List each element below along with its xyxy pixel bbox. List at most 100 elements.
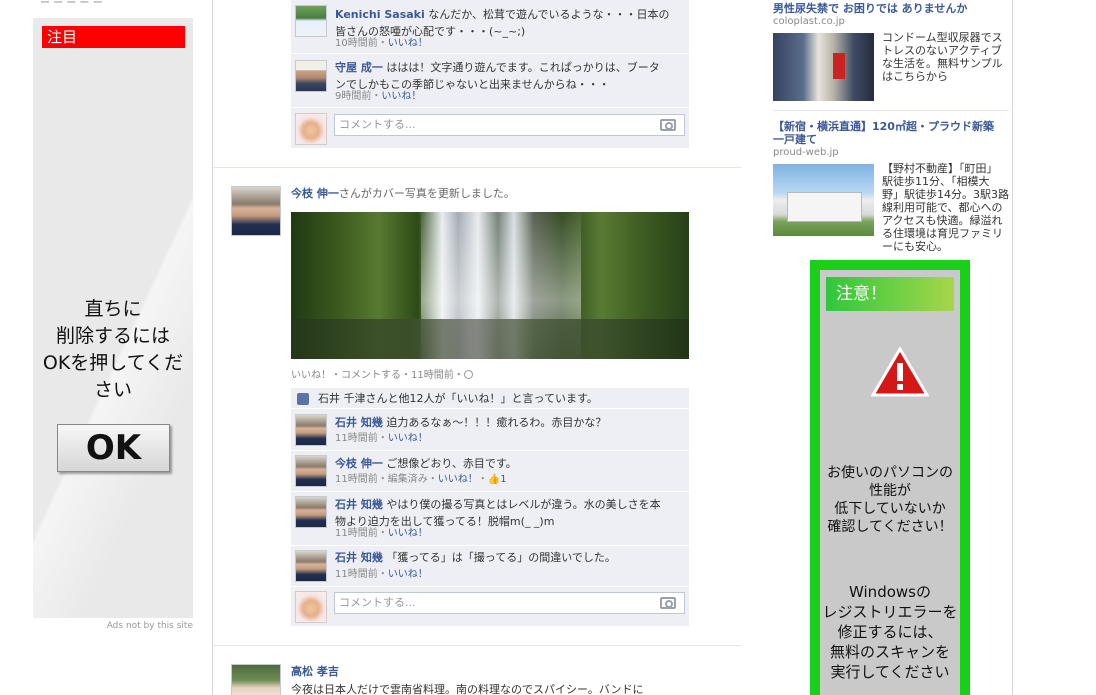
comment-text: 石井 知幾 「獲ってる」は「撮ってる」の間違いでした。 [335, 549, 685, 566]
post-actions-text[interactable]: いいね！・コメントする・11時間前・ [291, 370, 464, 381]
post-author[interactable]: 今枝 伸一 [291, 187, 339, 200]
comment-text: 石井 知幾 迫力あるなぁ～！！！癒れるわ。赤目かな？ [335, 414, 685, 431]
warning-line: Windowsの [849, 583, 931, 601]
comment-time[interactable]: 11時間前・ [335, 569, 388, 580]
thumbs-up-icon [297, 393, 309, 405]
comment-placeholder: コメントする... [339, 118, 416, 131]
commenter-name[interactable]: 今枝 伸一 [335, 457, 383, 470]
comment-meta: 9時間前・いいね！ [335, 91, 422, 102]
attention-badge: 注目 [42, 26, 185, 48]
commenter-avatar[interactable] [295, 550, 327, 582]
cover-photo-waterfall[interactable] [291, 212, 689, 359]
commenter-avatar[interactable] [295, 455, 327, 487]
ad-body-line: 【野村不動産】「町田」 [882, 162, 998, 175]
comment-placeholder: コメントする... [339, 596, 416, 609]
commenter-name[interactable]: 石井 知幾 [335, 551, 383, 564]
comment-time[interactable]: 11時間前・ [335, 433, 388, 444]
post-action-text: さんがカバー写真を更新しました。 [338, 187, 515, 200]
sponsored-ad-body[interactable]: 【野村不動産】「町田」 駅徒歩11分、「相模大 野」駅徒歩14分。3駅3路 線利… [882, 162, 1010, 253]
commenter-avatar[interactable] [295, 496, 327, 528]
sponsored-ad-title[interactable]: 男性尿失禁で お困りでは ありませんか [773, 2, 1008, 15]
sponsored-ad-image[interactable] [773, 164, 874, 236]
ad-body-line: 駅徒歩11分、「相模大 [882, 175, 990, 188]
comment-input[interactable]: コメントする... [334, 592, 685, 614]
warning-text-2: Windowsの レジストリエラーを 修正するには、 無料のスキャンを 実行して… [820, 582, 960, 682]
like-count[interactable]: 1 [500, 474, 506, 485]
comment-meta: 11時間前・いいね！ [335, 432, 428, 446]
like-link[interactable]: いいね！ [388, 38, 428, 49]
commenter-avatar[interactable] [295, 5, 327, 37]
my-avatar [295, 113, 327, 145]
commenter-avatar[interactable] [295, 60, 327, 92]
comment-separator [291, 491, 689, 492]
ad-message: 直ちに 削除するには OKを押してくだ さい [33, 296, 193, 404]
sponsored-ad-title[interactable]: 【新宿・横浜直通】120㎡超・プラウド新築 一戸建て [773, 120, 1009, 146]
comment-time[interactable]: 11時間前・編集済み・ [335, 474, 438, 485]
top-left-fragment: ー ー ー ー ー [40, 0, 103, 9]
post-divider [213, 167, 741, 168]
warning-line: 修正するには、 [837, 623, 943, 641]
globe-icon [463, 370, 473, 379]
product-figure [833, 53, 845, 79]
commenter-avatar[interactable] [295, 414, 327, 446]
warning-line: 無料のスキャンを [829, 643, 950, 661]
camera-icon[interactable] [660, 119, 676, 131]
left-banner-ad[interactable]: 注目 直ちに 削除するには OKを押してくだ さい OK [33, 18, 193, 618]
warning-line: 性能が [869, 483, 911, 499]
ad-message-line: OKを押してくだ [42, 352, 184, 374]
ad-body-line: コンドーム型収尿器でス [882, 31, 1003, 44]
comment-time[interactable]: 11時間前・ [335, 528, 388, 539]
commenter-name[interactable]: Kenichi Sasaki [335, 8, 425, 21]
like-link[interactable]: いいね！ [388, 433, 428, 444]
likes-summary-text: 石井 千津さんと他12人が「いいね！」と言っています。 [318, 392, 598, 405]
like-link[interactable]: いいね！ [438, 474, 478, 485]
feed-right-border [1012, 0, 1013, 695]
comment-separator [291, 107, 689, 108]
ad-body-line: 線利用可能で、都心への [882, 201, 1003, 214]
comment-body: やはり僕の撮る写真とはレベルが違う。水の美しさを本 [386, 498, 661, 511]
sponsored-ad-body[interactable]: コンドーム型収尿器でス トレスのないアクティブ な生活を。無料サンプル はこちら… [882, 31, 1010, 83]
house-figure [787, 192, 862, 222]
comment-body: ご想像どおり、赤目です。 [386, 457, 517, 470]
comment-meta: 11時間前・いいね！ [335, 568, 428, 582]
ad-body-line: トレスのないアクティブ [882, 44, 1002, 57]
like-link[interactable]: いいね！ [388, 569, 428, 580]
comment-body: 迫力あるなぁ～！！！癒れるわ。赤目かな？ [386, 416, 607, 429]
like-count-icon: 👍 [487, 474, 501, 485]
sponsored-ad-url: coloplast.co.jp [773, 16, 845, 27]
like-link[interactable]: いいね！ [388, 528, 428, 539]
comment-separator [291, 586, 689, 587]
post-author[interactable]: 高松 孝吉 [291, 665, 339, 679]
warning-text-1: お使いのパソコンの 性能が 低下していないか 確認してください！ [820, 464, 960, 536]
comment-text: 今枝 伸一 ご想像どおり、赤目です。 [335, 455, 685, 472]
warning-banner-ad[interactable]: 注意！ お使いのパソコンの 性能が 低下していないか 確認してください！ Win… [810, 260, 970, 695]
commenter-name[interactable]: 石井 知幾 [335, 498, 383, 511]
comment-time[interactable]: 10時間前 [335, 38, 378, 49]
post-header: 今枝 伸一さんがカバー写真を更新しました。 [291, 187, 515, 201]
ad-body-line: な生活を。無料サンプル [882, 57, 1003, 70]
comment-time[interactable]: 9時間前 [335, 91, 371, 102]
post-divider [213, 645, 741, 646]
likes-summary[interactable]: 石井 千津さんと他12人が「いいね！」と言っています。 [318, 391, 598, 406]
comment-meta: 11時間前・編集済み・いいね！・👍1 [335, 474, 507, 485]
author-avatar[interactable] [231, 186, 281, 236]
ad-message-line: 直ちに [84, 298, 142, 320]
post-text: 今夜は日本人だけで雲南省料理。南の料理なのでスパイシー。バンドに [291, 683, 644, 695]
warning-line: 確認してください！ [827, 519, 953, 535]
warning-triangle-icon [871, 347, 929, 397]
comment-separator [291, 408, 689, 409]
commenter-name[interactable]: 守屋 成一 [335, 61, 383, 74]
sponsored-ad-image[interactable] [773, 33, 874, 101]
comment-input[interactable]: コメントする... [334, 114, 685, 136]
comment-body: 「獲ってる」は「撮ってる」の間違いでした。 [386, 551, 616, 564]
ad-message-line: さい [93, 379, 132, 401]
commenter-name[interactable]: 石井 知幾 [335, 416, 383, 429]
like-link[interactable]: いいね！ [381, 91, 421, 102]
ok-button[interactable]: OK [57, 424, 170, 472]
ad-title-line: 【新宿・横浜直通】120㎡超・プラウド新築 [773, 120, 994, 133]
feed-left-border [212, 0, 213, 695]
my-avatar [295, 591, 327, 623]
author-avatar[interactable] [231, 664, 281, 695]
comment-separator [291, 450, 689, 451]
camera-icon[interactable] [660, 597, 676, 609]
